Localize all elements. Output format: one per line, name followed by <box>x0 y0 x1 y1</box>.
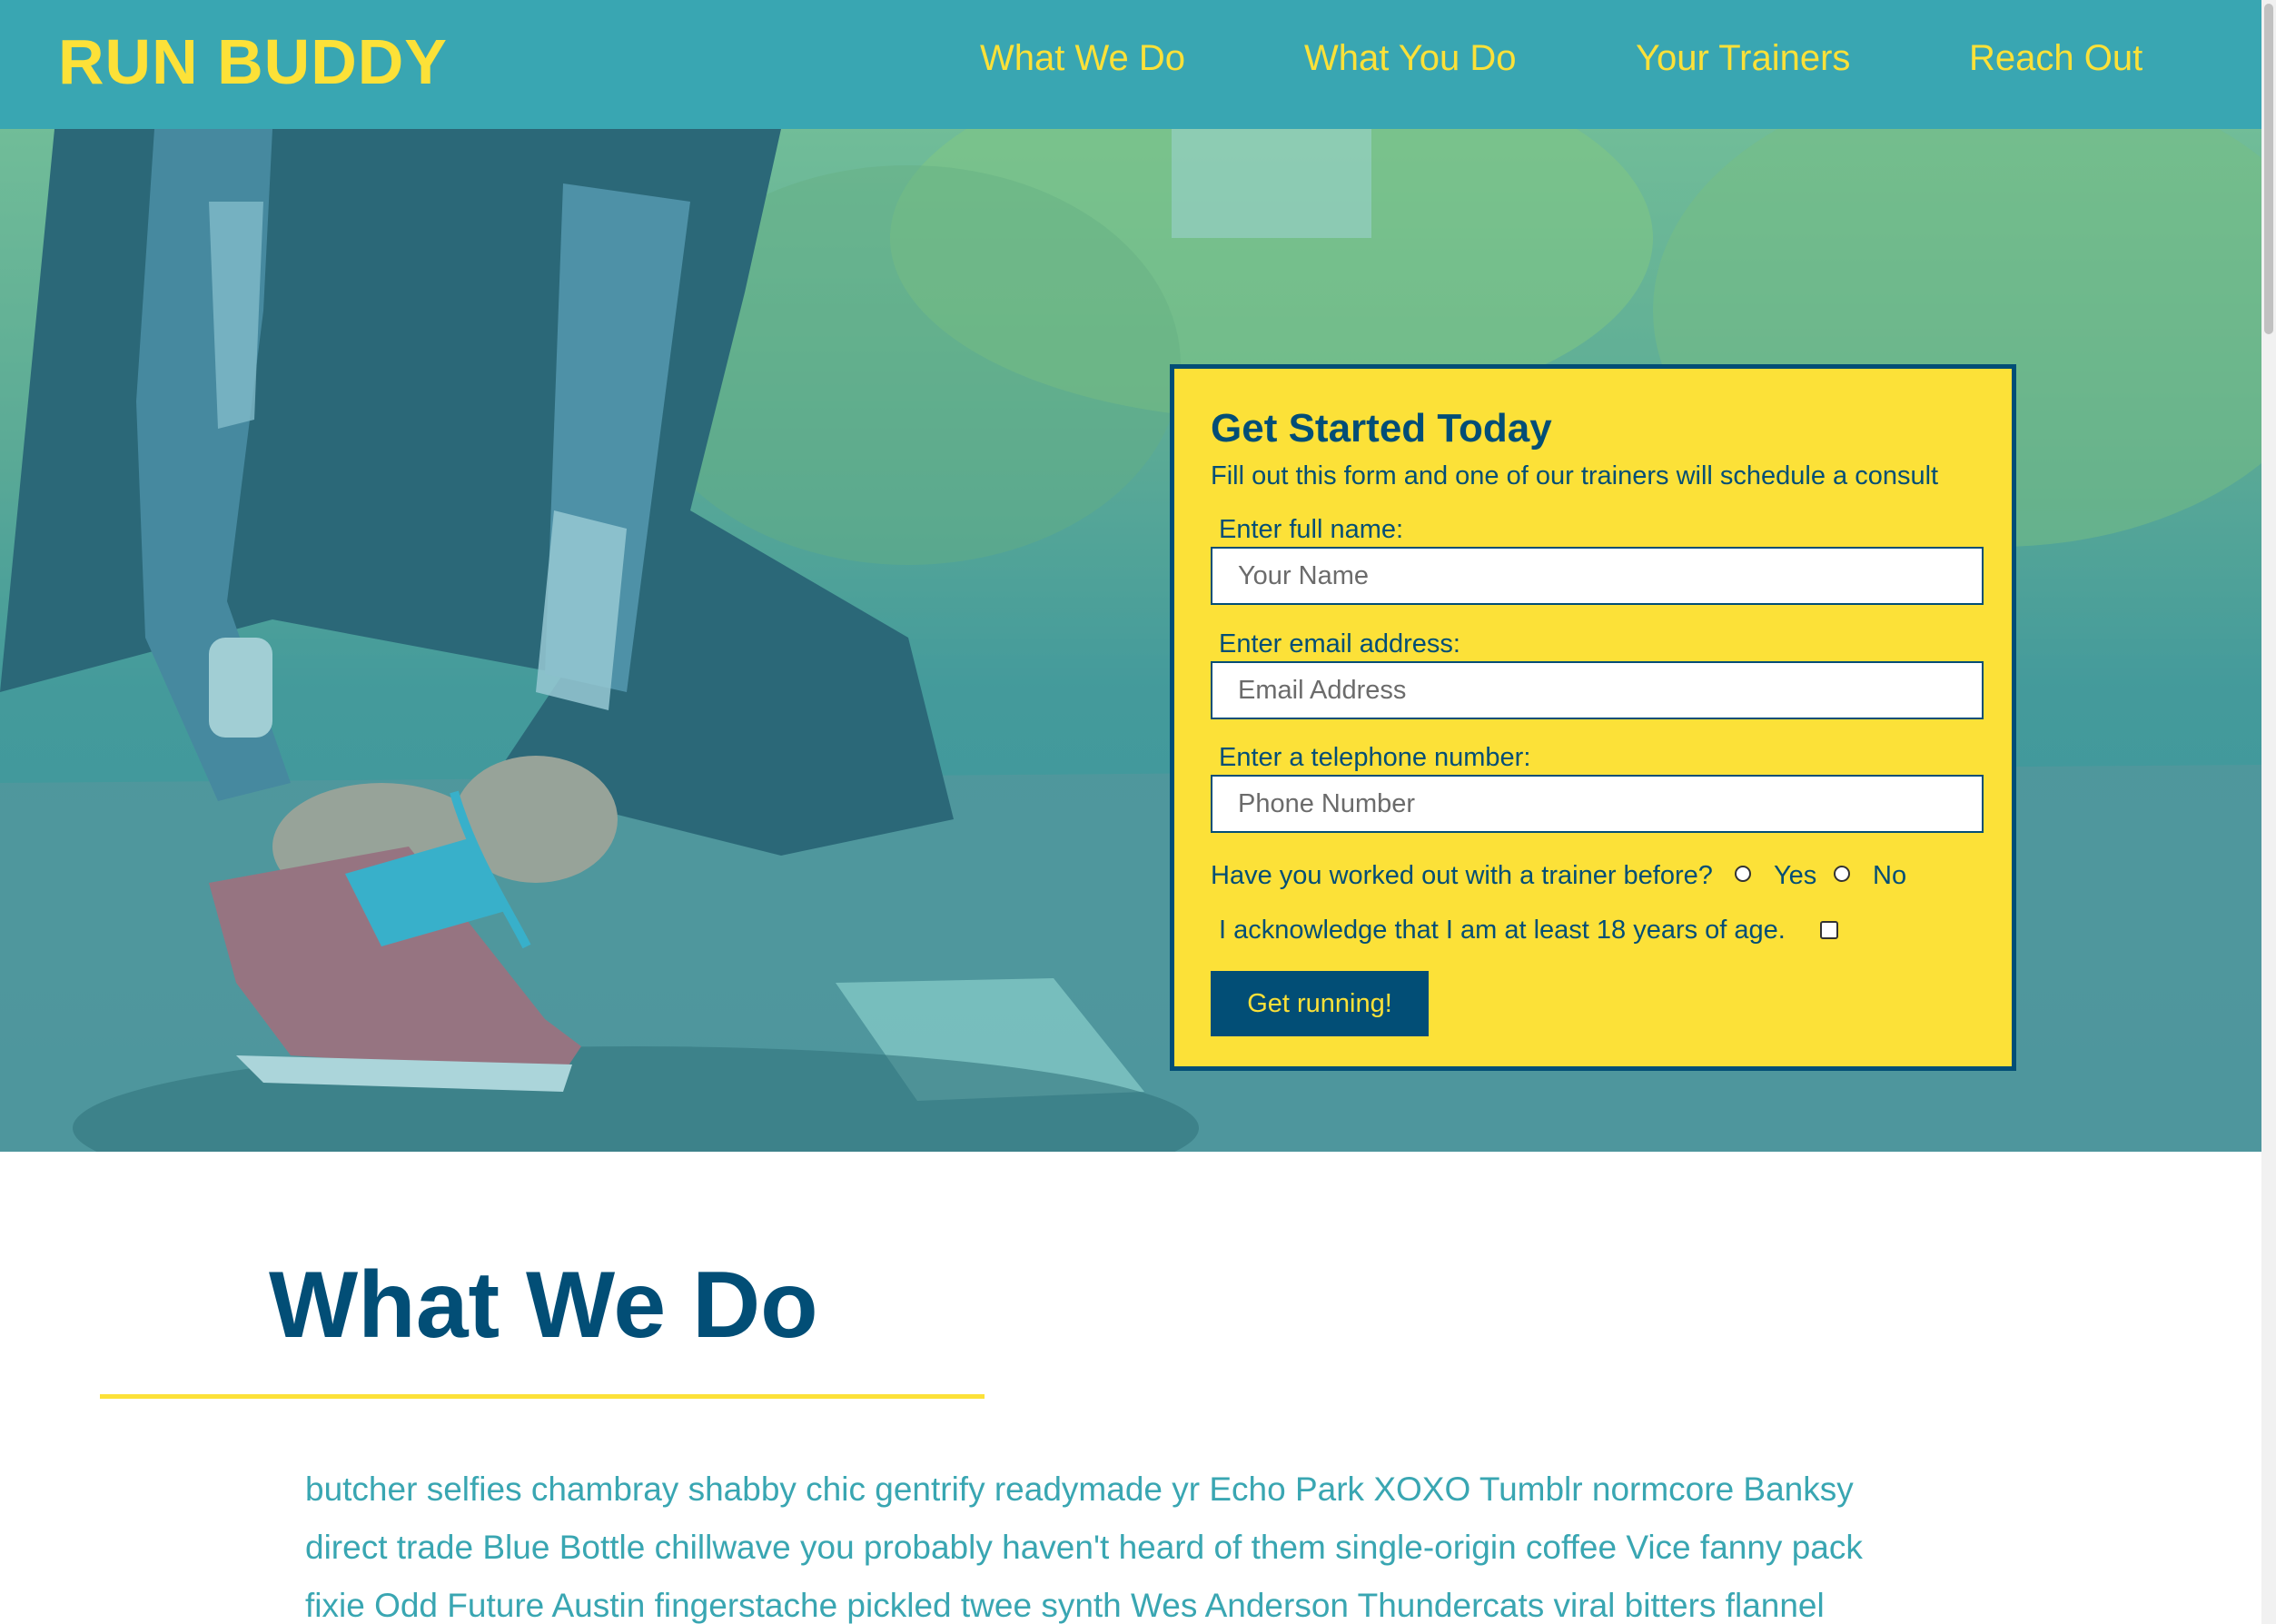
form-title: Get Started Today <box>1211 406 1552 451</box>
age-acknowledge-label: I acknowledge that I am at least 18 year… <box>1219 916 1786 945</box>
radio-no-label: No <box>1873 861 1907 890</box>
get-started-form: Get Started Today Fill out this form and… <box>1170 364 2016 1071</box>
email-input[interactable] <box>1211 661 1984 719</box>
site-logo[interactable]: RUN BUDDY <box>58 25 448 98</box>
phone-input[interactable] <box>1211 775 1984 833</box>
vertical-scrollbar[interactable] <box>2261 0 2276 1624</box>
nav-link-what-we-do[interactable]: What We Do <box>980 36 1185 80</box>
radio-no[interactable] <box>1834 866 1850 882</box>
site-header: RUN BUDDY What We Do What You Do Your Tr… <box>0 0 2261 129</box>
radio-yes-label: Yes <box>1774 861 1817 890</box>
form-subtitle: Fill out this form and one of our traine… <box>1211 461 1939 490</box>
nav-link-reach-out[interactable]: Reach Out <box>1969 36 2142 80</box>
name-input[interactable] <box>1211 547 1984 605</box>
section-divider <box>100 1394 985 1399</box>
name-label: Enter full name: <box>1219 515 1404 544</box>
get-running-button[interactable]: Get running! <box>1211 971 1429 1036</box>
page: RUN BUDDY What We Do What You Do Your Tr… <box>0 0 2261 1624</box>
age-acknowledge-checkbox[interactable] <box>1820 921 1838 939</box>
section-title: What We Do <box>269 1253 818 1358</box>
scrollbar-thumb[interactable] <box>2264 4 2273 334</box>
nav-link-what-you-do[interactable]: What You Do <box>1304 36 1517 80</box>
radio-yes[interactable] <box>1735 866 1751 882</box>
hero-section: Get Started Today Fill out this form and… <box>0 129 2261 1152</box>
trainer-question: Have you worked out with a trainer befor… <box>1211 861 1713 890</box>
section-body-text: butcher selfies chambray shabby chic gen… <box>305 1471 1863 1624</box>
phone-label: Enter a telephone number: <box>1219 743 1531 772</box>
nav-link-your-trainers[interactable]: Your Trainers <box>1636 36 1850 80</box>
email-label: Enter email address: <box>1219 629 1460 659</box>
